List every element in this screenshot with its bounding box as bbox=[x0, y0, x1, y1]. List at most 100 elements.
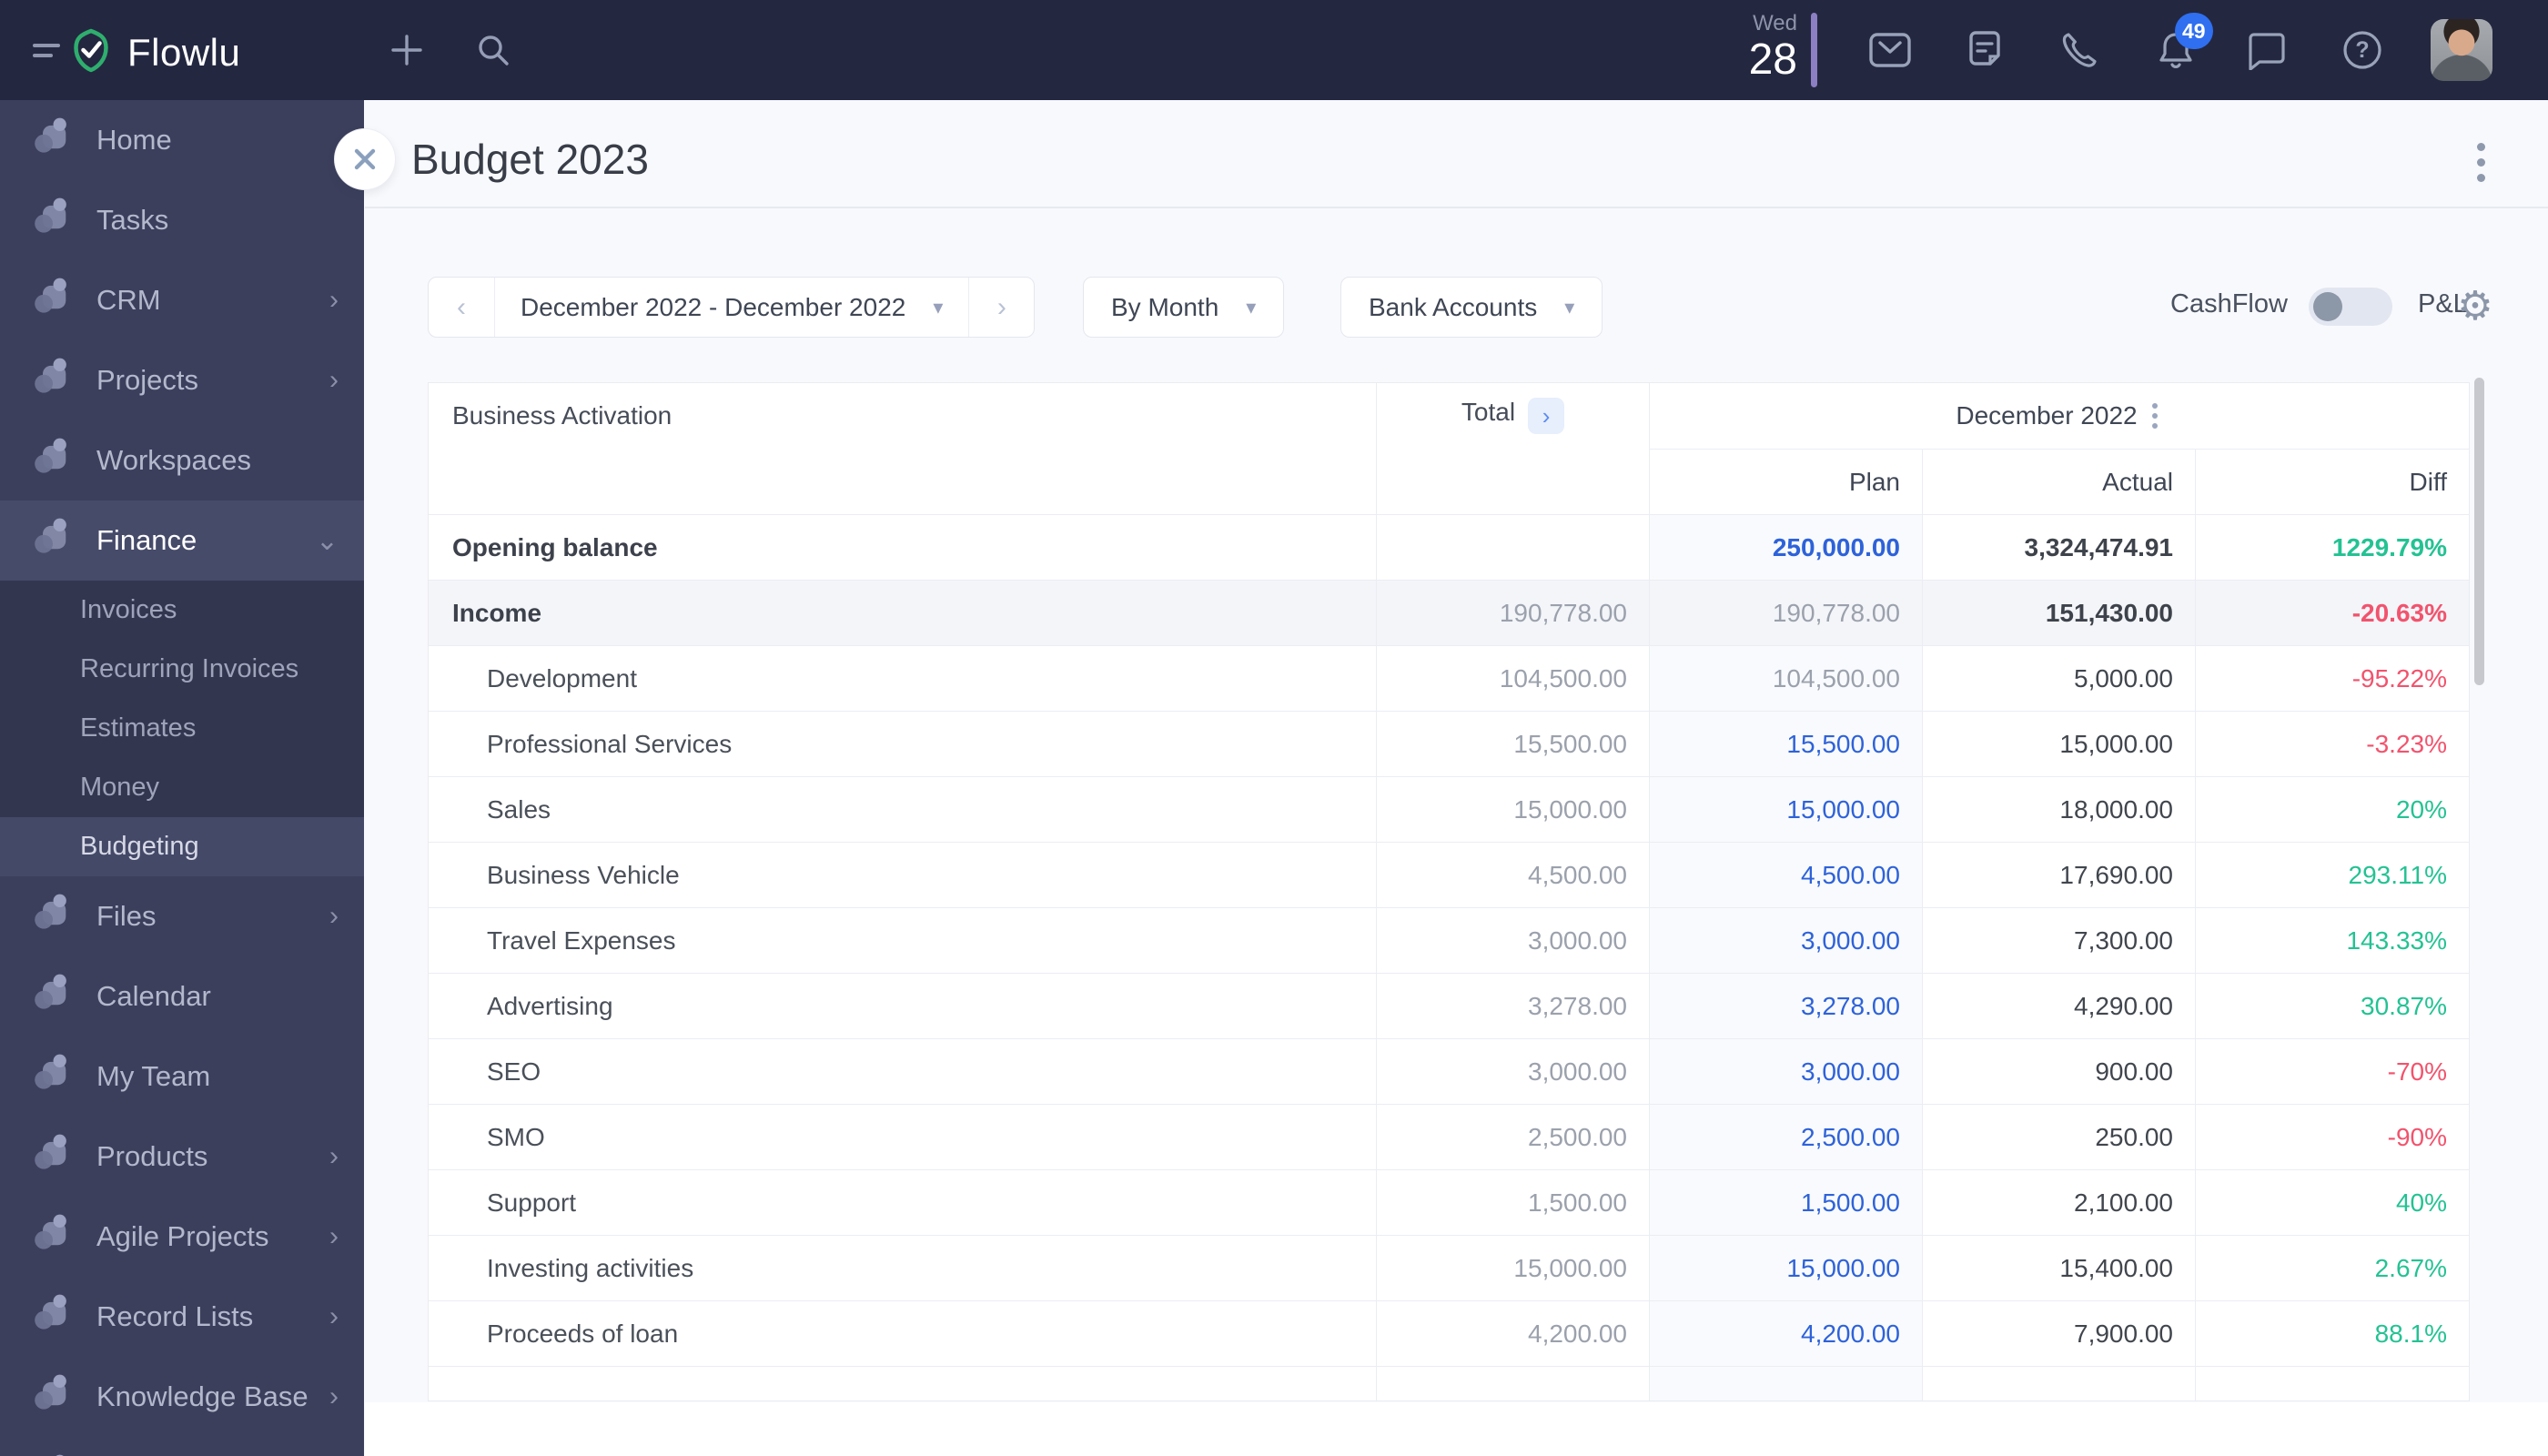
date-weekday: Wed bbox=[1753, 11, 1797, 35]
period-column-kebab-icon[interactable] bbox=[2147, 398, 2163, 434]
sidebar-item-my-team[interactable]: My Team bbox=[0, 1036, 364, 1117]
cell-actual: 15,400.00 bbox=[1923, 1236, 2196, 1301]
sidebar-item-label: My Team bbox=[96, 1060, 211, 1092]
cell-diff: -95.22% bbox=[2196, 646, 2469, 712]
sidebar-item-label: Home bbox=[96, 124, 172, 156]
cell-diff: -20.63% bbox=[2196, 581, 2469, 646]
sidebar-subitem-estimates[interactable]: Estimates bbox=[0, 699, 364, 758]
cell-total: 3,000.00 bbox=[1377, 908, 1650, 974]
sidebar-item-tasks[interactable]: Tasks bbox=[0, 180, 364, 260]
sidebar-item-label: Workspaces bbox=[96, 444, 251, 476]
toggle-knob bbox=[2313, 292, 2342, 321]
date-day: 28 bbox=[1748, 35, 1797, 84]
cell-plan[interactable]: 4,500.00 bbox=[1650, 843, 1923, 908]
sidebar-item-partial[interactable] bbox=[0, 1437, 364, 1456]
cell-plan[interactable]: 15,500.00 bbox=[1650, 712, 1923, 777]
sidebar-item-projects[interactable]: Projects › bbox=[0, 340, 364, 420]
chat-icon[interactable] bbox=[2235, 0, 2299, 100]
report-mode-toggle[interactable] bbox=[2309, 288, 2392, 326]
hamburger-menu-icon[interactable] bbox=[33, 42, 62, 60]
close-button[interactable] bbox=[335, 129, 395, 189]
cell-plan[interactable]: 1,500.00 bbox=[1650, 1170, 1923, 1236]
sidebar-nav: Home Tasks CRM › Projects › Workspaces Finance ⌄… bbox=[0, 100, 364, 1456]
sidebar-item-record-lists[interactable]: Record Lists › bbox=[0, 1277, 364, 1357]
app-logo[interactable]: Flowlu bbox=[67, 26, 240, 78]
crm-icon bbox=[33, 277, 75, 324]
cell-actual: 900.00 bbox=[1923, 1039, 2196, 1105]
cell-actual: 3,324,474.91 bbox=[1923, 515, 2196, 581]
chevron-right-icon: › bbox=[329, 1381, 339, 1411]
group-by-label: By Month bbox=[1111, 292, 1219, 321]
sidebar-subitem-invoices[interactable]: Invoices bbox=[0, 581, 364, 640]
cell-actual: 151,430.00 bbox=[1923, 581, 2196, 646]
cell-total: 1,500.00 bbox=[1377, 1170, 1650, 1236]
accounts-dropdown[interactable]: Bank Accounts ▾ bbox=[1340, 277, 1603, 338]
sidebar-item-knowledge-base[interactable]: Knowledge Base › bbox=[0, 1357, 364, 1437]
sidebar-subitem-money[interactable]: Money bbox=[0, 758, 364, 817]
user-avatar[interactable] bbox=[2431, 19, 2492, 81]
sidebar-item-agile-projects[interactable]: Agile Projects › bbox=[0, 1197, 364, 1277]
svg-text:?: ? bbox=[2355, 37, 2369, 63]
cell-plan[interactable]: 15,000.00 bbox=[1650, 777, 1923, 843]
logo-shield-check-icon bbox=[67, 26, 115, 78]
group-by-dropdown[interactable]: By Month ▾ bbox=[1083, 277, 1285, 338]
period-dropdown[interactable]: December 2022 - December 2022 ▾ bbox=[494, 278, 968, 337]
sidebar-item-products[interactable]: Products › bbox=[0, 1117, 364, 1197]
settings-gear-icon[interactable]: ⚙ bbox=[2448, 278, 2502, 333]
add-button[interactable] bbox=[375, 0, 439, 100]
sidebar-item-label: Tasks bbox=[96, 204, 169, 236]
sidebar-item-label: Calendar bbox=[96, 980, 211, 1012]
agile-projects-icon bbox=[33, 1213, 75, 1260]
vertical-scrollbar-thumb[interactable] bbox=[2474, 378, 2484, 685]
sidebar-item-label: Record Lists bbox=[96, 1300, 254, 1332]
notes-icon[interactable] bbox=[1953, 0, 2017, 100]
cell-plan[interactable]: 3,000.00 bbox=[1650, 1039, 1923, 1105]
next-period-button[interactable]: › bbox=[968, 278, 1034, 337]
content-lower-background bbox=[365, 1402, 2548, 1456]
mail-icon[interactable] bbox=[1858, 0, 1922, 100]
cell-diff: -90% bbox=[2196, 1105, 2469, 1170]
cell-plan[interactable]: 3,000.00 bbox=[1650, 908, 1923, 974]
cell-plan[interactable]: 250,000.00 bbox=[1650, 515, 1923, 581]
sidebar-subitem-budgeting[interactable]: Budgeting bbox=[0, 817, 364, 876]
cell-diff: 88.1% bbox=[2196, 1301, 2469, 1367]
topbar: Flowlu Wed 28 49 ? bbox=[0, 0, 2548, 100]
sidebar-item-workspaces[interactable]: Workspaces bbox=[0, 420, 364, 500]
sidebar-subitem-recurring-invoices[interactable]: Recurring Invoices bbox=[0, 640, 364, 699]
expand-total-chevron-button[interactable]: › bbox=[1528, 398, 1565, 434]
cell-plan[interactable]: 15,000.00 bbox=[1650, 1236, 1923, 1301]
previous-period-button[interactable]: ‹ bbox=[429, 278, 494, 337]
period-header-label: December 2022 bbox=[1956, 401, 2138, 430]
header-divider bbox=[365, 207, 2548, 208]
row-name-smo: SMO bbox=[429, 1105, 1377, 1170]
cell-total: 15,000.00 bbox=[1377, 777, 1650, 843]
cell-total: 3,000.00 bbox=[1377, 1039, 1650, 1105]
sidebar-item-crm[interactable]: CRM › bbox=[0, 260, 364, 340]
finance-submenu: Invoices Recurring Invoices Estimates Money… bbox=[0, 581, 364, 876]
home-icon bbox=[33, 116, 75, 164]
chevron-right-icon: › bbox=[329, 285, 339, 315]
calendar-date[interactable]: Wed 28 bbox=[1720, 0, 1797, 100]
help-icon[interactable]: ? bbox=[2331, 0, 2394, 100]
cell-total: 4,500.00 bbox=[1377, 843, 1650, 908]
sidebar-item-calendar[interactable]: Calendar bbox=[0, 956, 364, 1036]
projects-icon bbox=[33, 357, 75, 404]
page-actions-kebab-icon[interactable] bbox=[2461, 135, 2501, 189]
search-icon[interactable] bbox=[461, 0, 525, 100]
phone-icon[interactable] bbox=[2048, 0, 2112, 100]
chevron-down-icon: ▾ bbox=[1246, 295, 1257, 318]
notifications-bell-icon[interactable]: 49 bbox=[2144, 0, 2213, 100]
cell-total bbox=[1377, 515, 1650, 581]
row-name-support: Support bbox=[429, 1170, 1377, 1236]
sidebar-item-files[interactable]: Files › bbox=[0, 876, 364, 956]
cell-diff: -3.23% bbox=[2196, 712, 2469, 777]
cell-diff: -70% bbox=[2196, 1039, 2469, 1105]
logo-text: Flowlu bbox=[127, 30, 241, 74]
sidebar-item-home[interactable]: Home bbox=[0, 100, 364, 180]
cell-diff: 20% bbox=[2196, 777, 2469, 843]
cell-plan[interactable]: 2,500.00 bbox=[1650, 1105, 1923, 1170]
cell-plan[interactable]: 3,278.00 bbox=[1650, 974, 1923, 1039]
cell-plan[interactable]: 4,200.00 bbox=[1650, 1301, 1923, 1367]
chevron-down-icon: ▾ bbox=[1564, 295, 1575, 318]
sidebar-item-finance[interactable]: Finance ⌄ bbox=[0, 500, 364, 581]
